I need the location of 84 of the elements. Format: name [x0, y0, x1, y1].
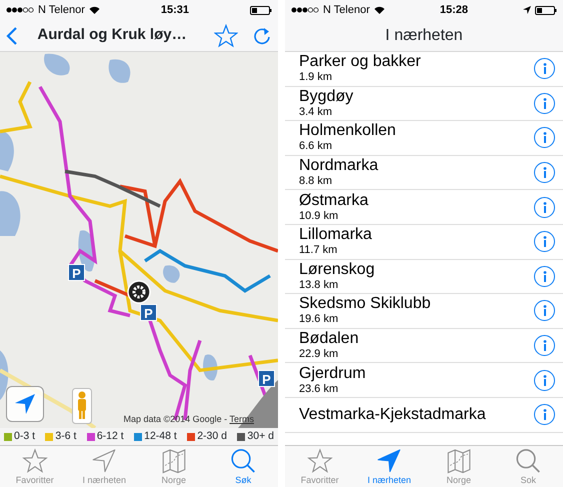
- info-icon: [542, 340, 546, 352]
- gear-marker-icon[interactable]: [127, 280, 151, 304]
- info-icon: [542, 236, 546, 248]
- back-icon[interactable]: [6, 26, 18, 44]
- place-name[interactable]: Lillomarka: [299, 226, 372, 244]
- pegman-icon[interactable]: [72, 388, 92, 424]
- place-name[interactable]: Bygdøy: [299, 88, 354, 106]
- place-name[interactable]: Bødalen: [299, 330, 359, 348]
- info-button[interactable]: [534, 196, 555, 218]
- place-distance: 10.9 km: [299, 210, 340, 223]
- tab-item[interactable]: I nærheten: [354, 446, 424, 487]
- info-button[interactable]: [534, 266, 555, 287]
- info-icon: [542, 202, 546, 213]
- tab-item[interactable]: Søk: [208, 446, 278, 487]
- status-time: 15:31: [160, 2, 190, 18]
- parking-marker[interactable]: P: [258, 370, 275, 387]
- info-icon: [542, 63, 546, 74]
- navigation-arrow-icon: [91, 448, 118, 474]
- screen-title: Aurdal og Kruk løy…: [36, 25, 188, 46]
- status-time: 15:28: [440, 2, 468, 18]
- battery-icon: [535, 6, 557, 14]
- parking-marker[interactable]: P: [140, 304, 157, 321]
- place-distance: 1.9 km: [299, 71, 334, 84]
- terms-link[interactable]: Terms: [230, 414, 254, 424]
- info-button[interactable]: [534, 404, 555, 426]
- place-name[interactable]: Parker og bakker: [299, 53, 421, 72]
- search-icon: [230, 448, 256, 474]
- info-icon: [542, 167, 546, 178]
- star-icon: [306, 448, 333, 474]
- navigation-arrow-icon: [14, 393, 36, 415]
- star-icon[interactable]: [214, 24, 238, 48]
- map-icon: [446, 448, 472, 474]
- legend-label: 30+ d: [247, 428, 274, 444]
- place-distance: 19.6 km: [299, 313, 340, 326]
- place-distance: 6.6 km: [299, 140, 334, 154]
- my-location-button[interactable]: [6, 386, 44, 422]
- legend-label: 3-6 t: [55, 428, 76, 444]
- info-button[interactable]: [534, 335, 555, 356]
- place-name[interactable]: Holmenkollen: [299, 122, 396, 140]
- carrier-name: N Telenor: [38, 2, 85, 18]
- navigation-arrow-icon: [376, 448, 402, 474]
- info-icon: [542, 270, 546, 282]
- place-distance: 11.7 km: [299, 244, 338, 258]
- refresh-icon[interactable]: [252, 26, 272, 46]
- signal-icon: [6, 7, 34, 13]
- place-name[interactable]: Vestmarka-Kjekstadmarka: [299, 406, 486, 424]
- place-name[interactable]: Østmarka: [299, 192, 368, 210]
- place-distance: 13.8 km: [299, 278, 340, 292]
- place-distance: 22.9 km: [299, 348, 340, 362]
- carrier-name: N Telenor: [323, 2, 370, 18]
- info-icon: [542, 132, 546, 144]
- info-icon: [542, 409, 546, 420]
- location-icon: [523, 6, 531, 14]
- info-button[interactable]: [534, 58, 555, 80]
- screen-title: I nærheten: [384, 26, 464, 46]
- legend-label: 12-48 t: [144, 428, 177, 444]
- info-icon: [542, 98, 546, 109]
- wifi-icon: [374, 6, 385, 14]
- info-button[interactable]: [534, 300, 555, 322]
- info-icon: [542, 374, 546, 386]
- place-name[interactable]: Skedsmo Skiklubb: [299, 295, 431, 314]
- info-button[interactable]: [534, 231, 555, 252]
- battery-icon: [250, 6, 272, 14]
- place-distance: 8.8 km: [299, 175, 334, 188]
- legend-label: 6-12 t: [96, 428, 124, 444]
- place-distance: 23.6 km: [299, 382, 340, 396]
- info-button[interactable]: [534, 92, 555, 114]
- parking-marker[interactable]: P: [68, 264, 85, 281]
- place-name[interactable]: Lørenskog: [299, 260, 375, 279]
- info-button[interactable]: [534, 162, 555, 184]
- signal-icon: [291, 7, 319, 13]
- legend-label: 2-30 d: [197, 428, 227, 444]
- map-attribution: Map data ©2014 Google -: [123, 414, 228, 424]
- place-name[interactable]: Gjerdrum: [299, 364, 366, 383]
- place-distance: 3.4 km: [299, 106, 334, 119]
- place-name[interactable]: Nordmarka: [299, 157, 378, 176]
- map-icon: [160, 448, 187, 474]
- info-icon: [542, 305, 546, 316]
- wifi-icon: [88, 6, 100, 14]
- search-icon: [515, 448, 542, 474]
- star-icon: [22, 448, 48, 474]
- legend-label: 0-3 t: [14, 428, 36, 444]
- info-button[interactable]: [534, 127, 555, 148]
- info-button[interactable]: [534, 370, 555, 391]
